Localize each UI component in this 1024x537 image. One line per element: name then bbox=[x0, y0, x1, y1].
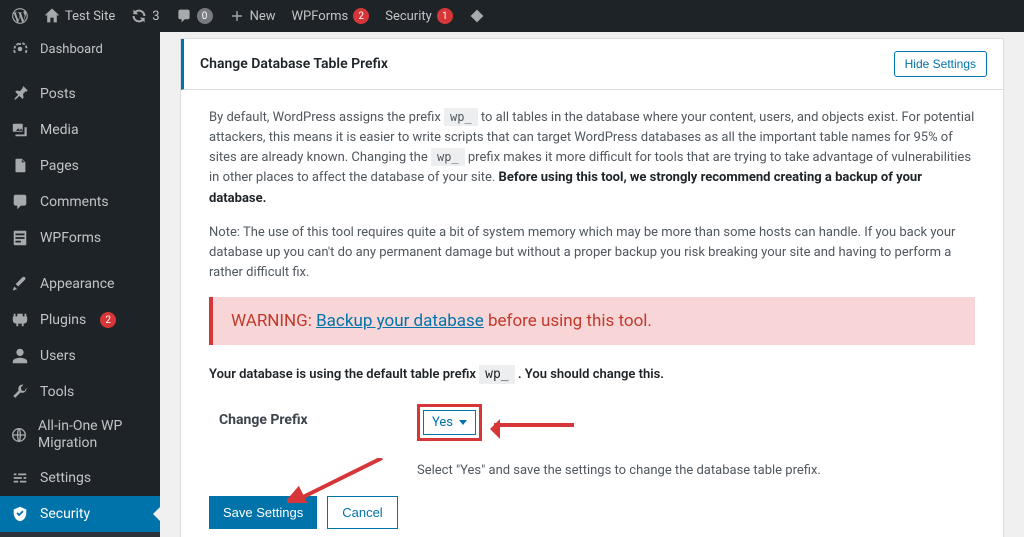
adminbar-security[interactable]: Security 1 bbox=[377, 0, 461, 32]
brush-icon bbox=[10, 274, 30, 294]
site-name[interactable]: Test Site bbox=[36, 0, 123, 32]
main-content: Change Database Table Prefix Hide Settin… bbox=[160, 32, 1024, 537]
wrench-icon bbox=[10, 382, 30, 402]
user-icon bbox=[10, 346, 30, 366]
page-icon bbox=[10, 156, 30, 176]
panel-head: Change Database Table Prefix Hide Settin… bbox=[181, 39, 1003, 90]
select-value: Yes bbox=[432, 415, 453, 430]
security-label: Security bbox=[385, 9, 432, 24]
adminbar-wpforms[interactable]: WPForms 2 bbox=[284, 0, 378, 32]
sidebar-item-settings[interactable]: Settings bbox=[0, 460, 160, 496]
sidebar-item-migration[interactable]: All-in-One WP Migration bbox=[0, 410, 160, 460]
wordpress-icon bbox=[12, 8, 28, 24]
sidebar-item-appearance[interactable]: Appearance bbox=[0, 266, 160, 302]
comments[interactable]: 0 bbox=[168, 0, 221, 32]
panel-title: Change Database Table Prefix bbox=[200, 56, 388, 72]
sidebar-item-comments[interactable]: Comments bbox=[0, 184, 160, 220]
sidebar-item-users[interactable]: Users bbox=[0, 338, 160, 374]
settings-panel: Change Database Table Prefix Hide Settin… bbox=[180, 38, 1004, 537]
chevron-down-icon bbox=[459, 420, 467, 425]
dashboard-icon bbox=[10, 39, 30, 59]
wpforms-label: WPForms bbox=[292, 9, 349, 24]
diamond-icon bbox=[469, 8, 485, 24]
submenu-settings[interactable]: Settings bbox=[0, 532, 160, 537]
sidebar-item-posts[interactable]: Posts bbox=[0, 76, 160, 112]
panel-description: By default, WordPress assigns the prefix… bbox=[209, 108, 975, 209]
sidebar-item-security[interactable]: Security bbox=[0, 496, 160, 532]
plugin-icon bbox=[10, 310, 30, 330]
sidebar-item-label: Users bbox=[40, 348, 76, 364]
plugins-badge: 2 bbox=[100, 312, 116, 328]
annotation-highlight: Yes bbox=[417, 404, 482, 441]
save-settings-button[interactable]: Save Settings bbox=[209, 496, 317, 529]
comment-icon bbox=[10, 192, 30, 212]
backup-link[interactable]: Backup your database bbox=[316, 311, 484, 331]
sidebar-item-label: Security bbox=[40, 506, 90, 522]
pin-icon bbox=[10, 84, 30, 104]
globe-icon bbox=[10, 425, 28, 445]
sidebar-item-pages[interactable]: Pages bbox=[0, 148, 160, 184]
admin-sidebar: Dashboard Posts Media Pages Comments WPF… bbox=[0, 32, 160, 537]
annotation-arrow bbox=[494, 423, 574, 427]
sidebar-item-label: WPForms bbox=[40, 230, 101, 246]
comment-icon bbox=[176, 8, 192, 24]
new-label: New bbox=[250, 9, 276, 24]
sidebar-item-label: Posts bbox=[40, 86, 76, 102]
updates-count: 3 bbox=[152, 9, 159, 24]
sidebar-item-wpforms[interactable]: WPForms bbox=[0, 220, 160, 256]
sidebar-item-plugins[interactable]: Plugins 2 bbox=[0, 302, 160, 338]
warning-box: WARNING: Backup your database before usi… bbox=[209, 297, 975, 345]
site-title: Test Site bbox=[65, 9, 115, 24]
sliders-icon bbox=[10, 468, 30, 488]
security-submenu: Settings Security Check bbox=[0, 532, 160, 537]
sidebar-item-media[interactable]: Media bbox=[0, 112, 160, 148]
wpforms-count: 2 bbox=[353, 8, 369, 24]
form-icon bbox=[10, 228, 30, 248]
updates[interactable]: 3 bbox=[123, 0, 167, 32]
sidebar-item-label: All-in-One WP Migration bbox=[38, 418, 150, 452]
home-icon bbox=[44, 8, 60, 24]
admin-bar: Test Site 3 0 New WPForms 2 Security 1 bbox=[0, 0, 1024, 32]
adminbar-diamond[interactable] bbox=[461, 0, 493, 32]
change-prefix-select[interactable]: Yes bbox=[423, 410, 476, 435]
sidebar-item-label: Tools bbox=[40, 384, 74, 400]
panel-note: Note: The use of this tool requires quit… bbox=[209, 223, 975, 283]
sidebar-item-label: Appearance bbox=[40, 276, 114, 292]
setting-label: Change Prefix bbox=[209, 404, 399, 428]
sidebar-item-label: Media bbox=[40, 122, 79, 138]
security-count: 1 bbox=[437, 8, 453, 24]
prefix-code: wp_ bbox=[479, 365, 514, 384]
status-line: Your database is using the default table… bbox=[209, 367, 975, 382]
media-icon bbox=[10, 120, 30, 140]
plus-icon bbox=[229, 8, 245, 24]
prefix-code: wp_ bbox=[444, 108, 478, 126]
comments-count: 0 bbox=[197, 8, 213, 24]
sidebar-item-label: Settings bbox=[40, 470, 91, 486]
new-content[interactable]: New bbox=[221, 0, 284, 32]
sidebar-item-label: Pages bbox=[40, 158, 79, 174]
sidebar-item-label: Dashboard bbox=[40, 42, 103, 57]
helper-text: Select "Yes" and save the settings to ch… bbox=[417, 463, 975, 478]
hide-settings-button[interactable]: Hide Settings bbox=[894, 51, 987, 77]
cancel-button[interactable]: Cancel bbox=[327, 496, 397, 529]
sidebar-item-label: Comments bbox=[40, 194, 109, 210]
sidebar-item-dashboard[interactable]: Dashboard bbox=[0, 32, 160, 66]
prefix-code: wp_ bbox=[431, 148, 465, 166]
wp-logo[interactable] bbox=[4, 0, 36, 32]
sidebar-item-label: Plugins bbox=[40, 312, 86, 328]
shield-icon bbox=[10, 504, 30, 524]
sidebar-item-tools[interactable]: Tools bbox=[0, 374, 160, 410]
update-icon bbox=[131, 8, 147, 24]
